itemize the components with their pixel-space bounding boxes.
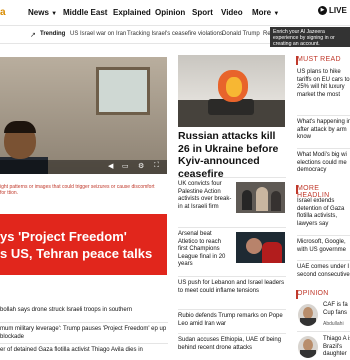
settings-gear-icon[interactable]: ⚙ (138, 162, 144, 170)
author-avatar[interactable] (298, 336, 318, 358)
video-background-window (96, 67, 150, 115)
play-icon: ▶ (318, 6, 327, 16)
featured-video-player[interactable]: ◀ ▭ ⚙ ⛶ (0, 57, 167, 174)
thumb-figure (271, 191, 281, 211)
divider (178, 309, 286, 310)
nav-label: News (28, 8, 49, 17)
nav-item-middle-east[interactable]: Middle East (63, 8, 107, 17)
divider (0, 343, 168, 344)
divider (297, 331, 350, 332)
must-read-item[interactable]: What Modi's big wi elections could me de… (297, 152, 350, 175)
must-read-item[interactable]: What's happening in after attack by arm … (297, 119, 350, 142)
thumb-player-head (246, 238, 262, 254)
sign-in-tooltip: Enrich your Al Jazeera experience by sig… (270, 27, 350, 47)
thumb-figure (256, 187, 268, 211)
divider (178, 276, 286, 277)
football-thumbnail[interactable] (236, 232, 285, 263)
opinion-heading: OPINION (297, 290, 329, 297)
more-headlines-item[interactable]: UAE comes under I second consecutive (297, 264, 350, 279)
trending-item[interactable]: Donald Trump (222, 31, 260, 37)
divider (297, 235, 350, 236)
middle-story[interactable]: US push for Lebanon and Israel leaders t… (178, 280, 286, 295)
nav-item-video[interactable]: Video (221, 8, 243, 17)
divider (178, 227, 286, 228)
trending-icon: ↗ (30, 32, 36, 39)
left-list-item[interactable]: er of detained Gaza flotilla activist Th… (0, 347, 168, 355)
must-read-heading: MUST READ (297, 56, 341, 63)
live-button[interactable]: ▶ LIVE (318, 6, 347, 16)
opinion-item[interactable]: CAF is fa Cup fans (323, 302, 350, 317)
middle-story[interactable]: Rubio defends Trump remarks on Pope Leo … (178, 313, 286, 328)
divider (178, 177, 286, 178)
middle-story[interactable]: UK convicts four Palestine Action activi… (178, 181, 232, 211)
avatar-body (300, 318, 316, 326)
site-logo[interactable]: a (0, 7, 6, 18)
lead-headline-line1: ys 'Project Freedom' (0, 229, 127, 244)
video-presenter-hair (4, 121, 36, 133)
seizure-warning: ight patterns or images that could trigg… (0, 184, 155, 196)
more-headlines-heading: MORE HEADLIN (297, 185, 330, 199)
divider (178, 333, 286, 334)
thumb-figure (242, 190, 252, 210)
middle-story[interactable]: Arsenal beat Atletico to reach first Cha… (178, 231, 232, 269)
chevron-down-icon: ▼ (273, 11, 280, 17)
nav-label: More (252, 8, 272, 17)
lead-headline-line2: s US, Tehran peace talks (0, 246, 153, 261)
left-list-item[interactable]: mum military leverage': Trump pauses 'Pr… (0, 326, 168, 341)
avatar-body (300, 350, 316, 358)
thumb-player-shirt (262, 242, 282, 263)
captions-icon[interactable]: ▭ (122, 162, 129, 170)
activists-thumbnail[interactable] (236, 182, 285, 213)
nav-item-more[interactable]: More ▼ (252, 8, 279, 17)
nav-item-explained[interactable]: Explained (113, 8, 151, 17)
middle-story[interactable]: Sudan accuses Ethiopia, UAE of being beh… (178, 337, 286, 352)
fullscreen-icon[interactable]: ⛶ (154, 162, 159, 170)
middle-headline[interactable]: Russian attacks kill 26 in Ukraine befor… (178, 130, 288, 180)
opinion-author[interactable]: Abdullahi (323, 321, 344, 327)
nav-item-sport[interactable]: Sport (192, 8, 213, 17)
divider (297, 148, 350, 149)
nav-item-opinion[interactable]: Opinion (155, 8, 185, 17)
more-headlines-item[interactable]: Microsoft, Google, with US governme (297, 239, 350, 254)
left-list-item[interactable]: bollah says drone struck Israeli troops … (0, 307, 168, 315)
divider (297, 260, 350, 261)
fire-attack-image[interactable] (178, 55, 285, 127)
video-controls: ◀ ▭ ⚙ ⛶ (0, 160, 167, 174)
volume-icon[interactable]: ◀ (108, 162, 113, 170)
fire-core (226, 77, 242, 97)
divider (297, 115, 350, 116)
live-label: LIVE (329, 6, 347, 15)
top-navigation-bar: a News ▼ Middle East Explained Opinion S… (0, 0, 350, 26)
must-read-item[interactable]: US plans to hike tariffs on EU cars to 2… (297, 69, 350, 99)
trending-item[interactable]: US Israel war on Iran (70, 31, 126, 37)
divider (0, 322, 168, 323)
nav-item-news[interactable]: News ▼ (28, 8, 57, 17)
author-avatar[interactable] (298, 304, 318, 326)
lead-story-banner[interactable]: ys 'Project Freedom' s US, Tehran peace … (0, 214, 167, 275)
trending-item[interactable]: Tracking Israel's ceasefire violations (127, 31, 223, 37)
trending-label: Trending (40, 31, 66, 37)
chevron-down-icon: ▼ (51, 11, 58, 17)
more-headlines-item[interactable]: Israel extends detention of Gaza flotill… (297, 198, 350, 228)
opinion-item[interactable]: Thiago A is Brazil's daughter (323, 336, 350, 359)
